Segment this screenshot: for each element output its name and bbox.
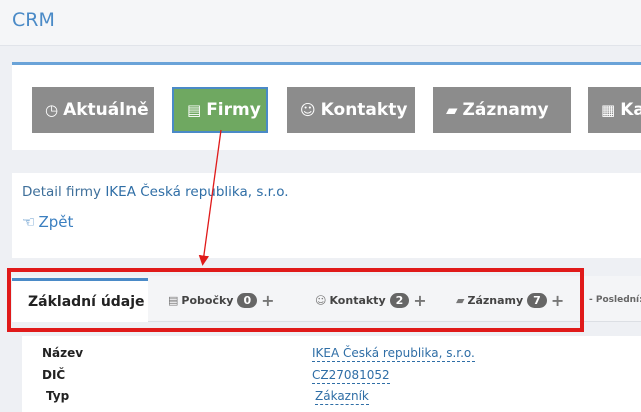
basic-info-panel: Název IKEA Česká republika, s.r.o. DIČ C… bbox=[22, 336, 641, 412]
folder-open-icon: ▰ bbox=[456, 293, 465, 307]
user-icon: ☺ bbox=[300, 101, 316, 119]
detail-title: Detail firmy IKEA Česká republika, s.r.o… bbox=[22, 184, 289, 200]
folder-open-icon: ▰ bbox=[446, 101, 458, 119]
tab-zaznamy[interactable]: ▰ Záznamy 7 + bbox=[456, 278, 564, 322]
detail-prefix: Detail firmy bbox=[22, 184, 102, 200]
top-bar: CRM bbox=[0, 0, 641, 46]
nav-button-kalendar[interactable]: ▦ Kalendář bbox=[588, 87, 641, 133]
nav-button-aktualne[interactable]: ◷ Aktuálně bbox=[32, 87, 154, 133]
calendar-icon: ▦ bbox=[601, 101, 616, 119]
field-row: Název IKEA Česká republika, s.r.o. bbox=[22, 344, 641, 364]
nav-label: Kalendář bbox=[620, 100, 641, 120]
tab-zakladni-udaje[interactable]: Základní údaje bbox=[12, 278, 148, 322]
app-title[interactable]: CRM bbox=[12, 9, 55, 31]
company-detail-header: Detail firmy IKEA Česká republika, s.r.o… bbox=[12, 173, 641, 258]
field-value-editable[interactable]: Zákazník bbox=[315, 389, 369, 405]
nav-label: Firmy bbox=[206, 100, 261, 120]
back-link[interactable]: ☜ Zpět bbox=[22, 213, 73, 231]
nav-label: Aktuálně bbox=[63, 100, 149, 120]
tab-label: Pobočky bbox=[181, 293, 234, 307]
add-record-icon[interactable]: + bbox=[551, 291, 564, 310]
count-badge: 2 bbox=[389, 292, 410, 308]
field-value-editable[interactable]: IKEA Česká republika, s.r.o. bbox=[312, 346, 475, 362]
count-badge: 7 bbox=[527, 292, 547, 308]
add-branch-icon[interactable]: + bbox=[261, 291, 274, 310]
nav-label: Kontakty bbox=[320, 100, 408, 120]
field-label: DIČ bbox=[42, 368, 66, 382]
building-icon: ▤ bbox=[168, 293, 179, 307]
company-name-link[interactable]: IKEA Česká republika, s.r.o. bbox=[105, 184, 288, 200]
tab-pobocky[interactable]: ▤ Pobočky 0 + bbox=[168, 278, 275, 322]
nav-button-firmy[interactable]: ▤ Firmy bbox=[172, 87, 268, 133]
field-label: Název bbox=[42, 346, 84, 360]
tab-kontakty[interactable]: ☺ Kontakty 2 + bbox=[315, 278, 427, 322]
user-icon: ☺ bbox=[315, 293, 327, 307]
nav-button-zaznamy[interactable]: ▰ Záznamy bbox=[433, 87, 571, 133]
tab-label: Záznamy bbox=[467, 293, 524, 307]
main-nav: ◷ Aktuálně ▤ Firmy ☺ Kontakty ▰ Záznamy … bbox=[12, 62, 641, 150]
building-icon: ▤ bbox=[187, 101, 202, 119]
clock-icon: ◷ bbox=[45, 101, 59, 119]
back-hand-icon: ☜ bbox=[22, 213, 36, 231]
nav-label: Záznamy bbox=[462, 100, 549, 120]
detail-tabs: Základní údaje ▤ Pobočky 0 + ☺ Kontakty … bbox=[12, 276, 641, 322]
count-badge: 0 bbox=[237, 292, 258, 308]
add-contact-icon[interactable]: + bbox=[413, 291, 426, 310]
nav-button-kontakty[interactable]: ☺ Kontakty bbox=[287, 87, 415, 133]
field-row: Typ Zákazník bbox=[22, 387, 641, 407]
field-value-editable[interactable]: CZ27081052 bbox=[312, 368, 390, 384]
tab-label: Kontakty bbox=[329, 293, 386, 307]
back-label: Zpět bbox=[38, 213, 74, 231]
field-label: Typ bbox=[46, 389, 70, 403]
tab-label: Základní údaje bbox=[28, 293, 145, 310]
last-record-label: - Poslední: bbox=[589, 295, 641, 305]
field-row: DIČ CZ27081052 bbox=[22, 366, 641, 386]
